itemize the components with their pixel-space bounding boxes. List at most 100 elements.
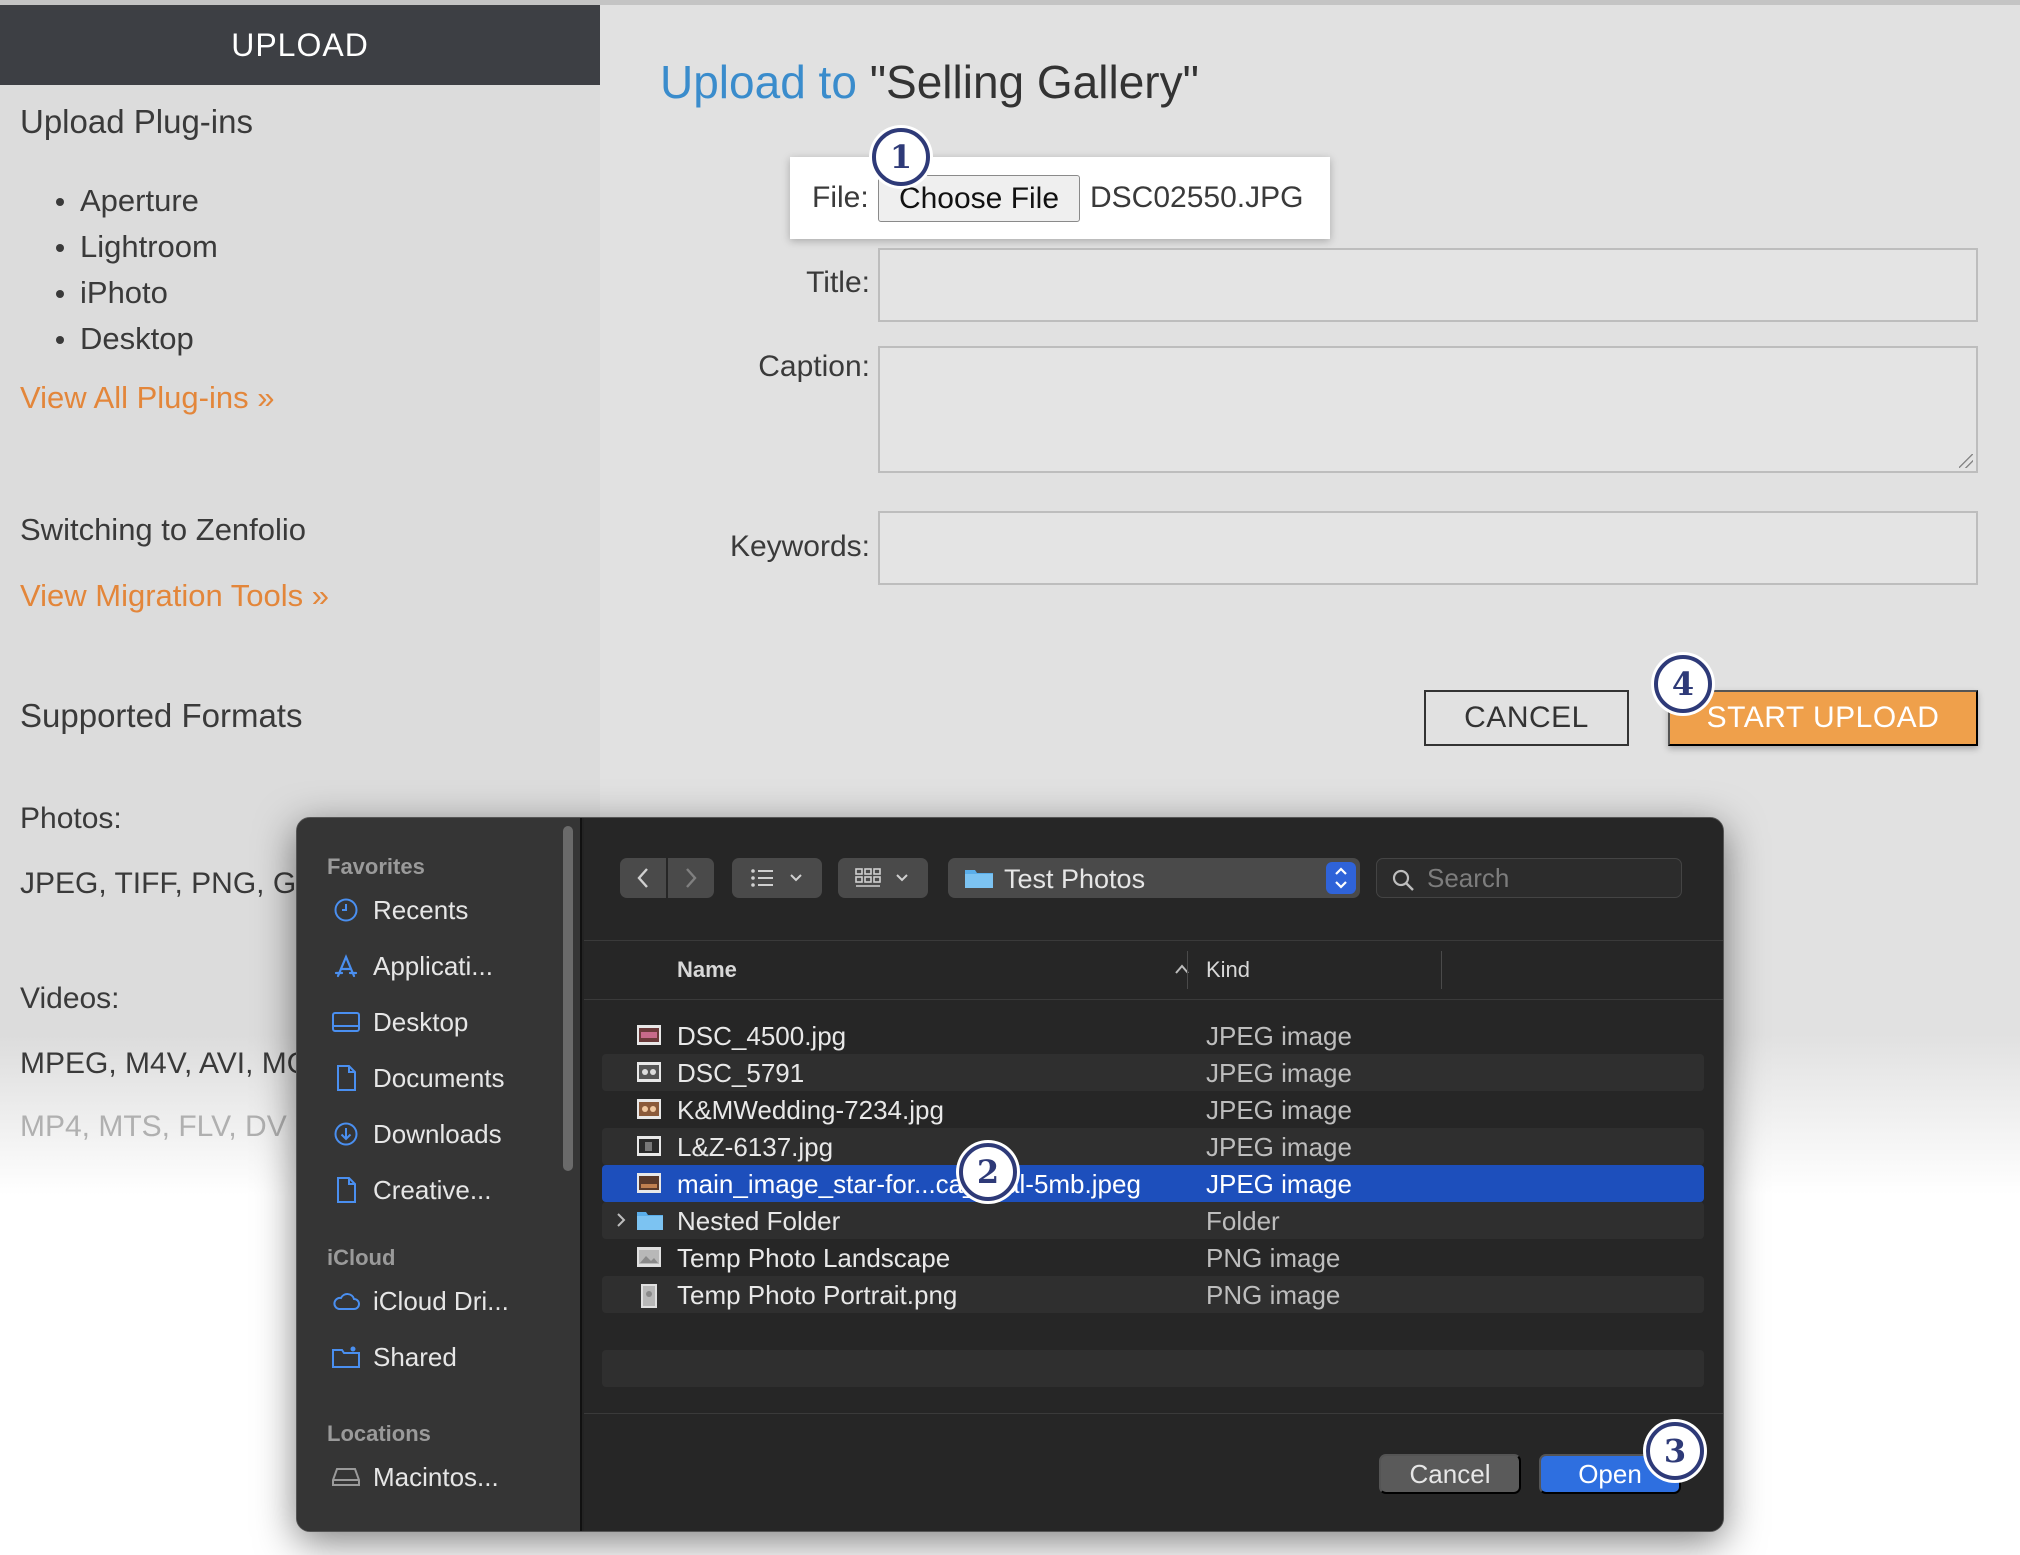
sidebar-item-label: Creative...	[373, 1174, 492, 1205]
sidebar-item-documents[interactable]: Documents	[331, 1058, 556, 1098]
cloud-icon	[331, 1286, 361, 1316]
file-row[interactable]: K&MWedding-7234.jpg JPEG image	[602, 1091, 1704, 1128]
column-divider[interactable]	[1441, 951, 1442, 989]
step-marker-4: 4	[1654, 655, 1712, 713]
document-icon	[331, 1175, 361, 1205]
list-view-icon	[751, 869, 802, 887]
sidebar-item-label: Macintos...	[373, 1461, 499, 1492]
image-file-icon	[637, 1062, 661, 1082]
sidebar-item-desktop[interactable]: Desktop	[331, 1002, 556, 1042]
keywords-input[interactable]	[878, 511, 1978, 585]
file-name: DSC_5791	[677, 1058, 805, 1088]
caption-label: Caption:	[758, 350, 870, 383]
file-row-selected[interactable]: main_image_star-for...ca_final-5mb.jpeg …	[602, 1165, 1704, 1202]
favorites-section-label: Favorites	[327, 854, 425, 879]
shared-folder-icon	[331, 1342, 361, 1372]
sidebar-item-label: iCloud Dri...	[373, 1285, 509, 1316]
image-file-icon	[641, 1284, 657, 1308]
group-view-button[interactable]	[838, 858, 928, 898]
dialog-sidebar: Favorites Recents Applicati... Desktop D…	[297, 818, 582, 1531]
title-label: Title:	[806, 266, 870, 299]
sidebar-item-applications[interactable]: Applicati...	[331, 946, 556, 986]
plugin-item: Aperture	[50, 178, 218, 224]
file-name: Nested Folder	[677, 1206, 841, 1236]
file-list-header: Name Kind	[584, 940, 1723, 1000]
popup-stepper-icon	[1326, 862, 1356, 894]
download-icon	[331, 1119, 361, 1149]
file-name: K&MWedding-7234.jpg	[677, 1095, 944, 1125]
sidebar-scrollbar[interactable]	[563, 826, 573, 1171]
search-field[interactable]	[1376, 858, 1682, 898]
disclosure-triangle-icon[interactable]	[614, 1209, 628, 1231]
chevron-right-icon	[686, 868, 697, 888]
page-title: Upload to "Selling Gallery"	[660, 55, 1199, 109]
icloud-section-label: iCloud	[327, 1245, 396, 1270]
start-upload-button[interactable]: START UPLOAD	[1668, 690, 1978, 746]
column-header-name[interactable]: Name	[677, 957, 737, 983]
folder-path-popup[interactable]: Test Photos	[948, 858, 1360, 898]
cancel-upload-button[interactable]: CANCEL	[1424, 690, 1629, 746]
gallery-name: "Selling Gallery"	[869, 56, 1199, 108]
file-kind: PNG image	[1206, 1280, 1341, 1310]
file-row[interactable]: Temp Photo Landscape PNG image	[602, 1239, 1704, 1276]
hard-drive-icon	[331, 1462, 361, 1492]
plugin-item: Lightroom	[50, 224, 218, 270]
caption-textarea[interactable]	[878, 346, 1978, 473]
photos-formats: JPEG, TIFF, PNG, GI	[20, 867, 305, 900]
file-name: L&Z-6137.jpg	[677, 1132, 834, 1162]
desktop-icon	[331, 1007, 361, 1037]
folder-row[interactable]: Nested Folder Folder	[602, 1202, 1704, 1239]
resize-grip-icon[interactable]	[1959, 454, 1973, 468]
image-file-icon	[637, 1247, 661, 1267]
sidebar-item-shared[interactable]: Shared	[331, 1337, 556, 1377]
back-button[interactable]	[620, 858, 666, 898]
file-row[interactable]: DSC_5791 JPEG image	[602, 1054, 1704, 1091]
videos-label: Videos:	[20, 982, 120, 1015]
sidebar-item-recents[interactable]: Recents	[331, 890, 556, 930]
column-divider[interactable]	[1187, 951, 1188, 989]
file-name: DSC_4500.jpg	[677, 1021, 847, 1051]
list-view-button[interactable]	[732, 858, 822, 898]
sidebar-item-label: Downloads	[373, 1118, 502, 1149]
view-all-plugins-link[interactable]: View All Plug-ins »	[20, 380, 274, 416]
sidebar-item-macintosh-hd[interactable]: Macintos...	[331, 1457, 556, 1497]
supported-formats-heading: Supported Formats	[20, 697, 303, 734]
sidebar-item-icloud-drive[interactable]: iCloud Dri...	[331, 1281, 556, 1321]
file-name: Temp Photo Landscape	[677, 1243, 951, 1273]
file-row[interactable]: L&Z-6137.jpg JPEG image	[602, 1128, 1704, 1165]
file-kind: Folder	[1206, 1206, 1280, 1236]
forward-button[interactable]	[668, 858, 714, 898]
step-marker-2: 2	[959, 1143, 1017, 1201]
sidebar-item-label: Shared	[373, 1341, 457, 1372]
title-input[interactable]	[878, 248, 1978, 322]
title-prefix: Upload to	[660, 56, 857, 108]
sidebar-item-label: Desktop	[373, 1006, 469, 1037]
sidebar-item-creative[interactable]: Creative...	[331, 1170, 556, 1210]
sidebar-item-label: Applicati...	[373, 950, 493, 981]
search-icon	[1392, 869, 1414, 891]
file-kind: PNG image	[1206, 1243, 1341, 1273]
applications-icon	[331, 951, 361, 981]
folder-icon	[637, 1212, 663, 1230]
column-header-kind[interactable]: Kind	[1206, 957, 1250, 983]
selected-file-name: DSC02550.JPG	[1090, 181, 1304, 214]
sidebar-header: UPLOAD	[0, 5, 600, 85]
file-row[interactable]: Temp Photo Portrait.png PNG image	[602, 1276, 1704, 1313]
sidebar-item-downloads[interactable]: Downloads	[331, 1114, 556, 1154]
videos-formats: MPEG, M4V, AVI, MO	[20, 1047, 311, 1080]
file-row[interactable]: DSC_4500.jpg JPEG image	[602, 1017, 1704, 1054]
plugin-item: Desktop	[50, 316, 218, 362]
videos-formats-more: MP4, MTS, FLV, DV	[20, 1110, 287, 1143]
file-picker-box: File: Choose File DSC02550.JPG	[790, 157, 1330, 239]
file-name: Temp Photo Portrait.png	[677, 1280, 958, 1310]
current-folder-name: Test Photos	[1004, 864, 1146, 894]
image-file-icon	[637, 1025, 661, 1045]
search-input[interactable]	[1427, 863, 1667, 893]
file-name: main_image_star-for...ca_final-5mb.jpeg	[677, 1169, 1141, 1199]
dialog-browser: Test Photos Name Kind DSC_4500.jpg JPEG …	[584, 818, 1723, 1531]
switching-heading: Switching to Zenfolio	[20, 512, 307, 547]
view-migration-tools-link[interactable]: View Migration Tools »	[20, 578, 329, 614]
dialog-divider	[584, 1413, 1723, 1414]
dialog-cancel-button[interactable]: Cancel	[1379, 1454, 1521, 1494]
image-file-icon	[637, 1136, 661, 1156]
